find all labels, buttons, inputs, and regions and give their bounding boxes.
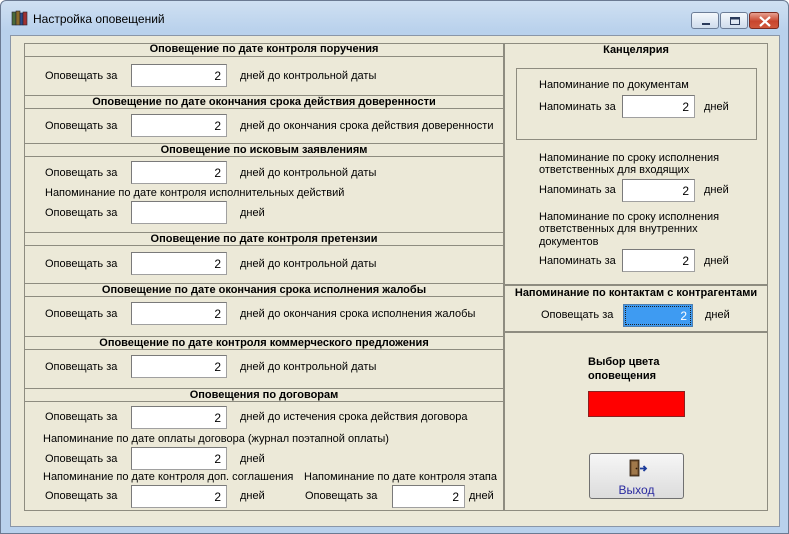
color-caption-1: Выбор цвета (588, 356, 660, 368)
enforcement-caption: Напоминание по дате контроля исполнитель… (45, 187, 345, 199)
addendum-input[interactable]: 2 (131, 485, 227, 508)
client-area: Оповещение по дате контроля поручения Оп… (10, 35, 780, 527)
close-button[interactable] (749, 12, 779, 29)
title-bar[interactable]: Настройка оповещений (1, 1, 788, 35)
contracts-input[interactable]: 2 (131, 406, 227, 429)
order-control-suffix: дней до контрольной даты (240, 70, 377, 82)
office-header: Канцелярия (603, 44, 669, 56)
claims-label: Оповещать за (45, 167, 118, 179)
enforcement-suffix: дней (240, 207, 265, 219)
order-control-input[interactable]: 2 (131, 64, 227, 87)
addendum-label: Оповещать за (45, 490, 118, 502)
color-caption-2: оповещения (588, 370, 657, 382)
commercial-offer-suffix: дней до контрольной даты (240, 361, 377, 373)
stage-caption: Напоминание по дате контроля этапа (304, 471, 498, 483)
documents-caption: Напоминание по документам (539, 79, 689, 91)
complaint-label: Оповещать за (45, 308, 118, 320)
minimize-button[interactable] (691, 12, 719, 29)
incoming-input[interactable]: 2 (622, 179, 695, 202)
section-header-complaint: Оповещение по дате окончания срока испол… (24, 283, 504, 297)
power-of-attorney-input[interactable]: 2 (131, 114, 227, 137)
contracts-suffix: дней до истечения срока действия договор… (240, 411, 468, 423)
app-icon (11, 10, 28, 26)
internal-caption-3: документов (539, 236, 599, 248)
contacts-header: Напоминание по контактам с контрагентами (514, 287, 758, 299)
claims-suffix: дней до контрольной даты (240, 167, 377, 179)
order-control-label: Оповещать за (45, 70, 118, 82)
section-header-claims: Оповещение по исковым заявлениям (24, 143, 504, 157)
commercial-offer-input[interactable]: 2 (131, 355, 227, 378)
payment-input[interactable]: 2 (131, 447, 227, 470)
documents-suffix: дней (704, 101, 729, 113)
enforcement-input[interactable] (131, 201, 227, 224)
incoming-suffix: дней (704, 184, 729, 196)
close-icon (759, 16, 771, 27)
power-of-attorney-label: Оповещать за (45, 120, 118, 132)
commercial-offer-label: Оповещать за (45, 361, 118, 373)
section-header-pretension: Оповещение по дате контроля претензии (24, 232, 504, 246)
section-header-commercial-offer: Оповещение по дате контроля коммерческог… (24, 336, 504, 350)
documents-input[interactable]: 2 (622, 95, 695, 118)
maximize-icon (730, 17, 740, 25)
power-of-attorney-suffix: дней до окончания срока действия доверен… (240, 120, 494, 132)
settings-window: Настройка оповещений Оповещение по дате … (0, 0, 789, 534)
contacts-suffix: дней (705, 309, 730, 321)
maximize-button[interactable] (720, 12, 748, 29)
payment-suffix: дней (240, 453, 265, 465)
payment-label: Оповещать за (45, 453, 118, 465)
internal-label: Напоминать за (539, 255, 616, 267)
stage-label: Оповещать за (305, 490, 378, 502)
section-header-order-control: Оповещение по дате контроля поручения (24, 43, 504, 57)
minimize-icon (702, 23, 710, 25)
payment-caption: Напоминание по дате оплаты договора (жур… (43, 433, 389, 445)
contacts-input[interactable]: 2 (623, 304, 693, 327)
contracts-label: Оповещать за (45, 411, 118, 423)
pretension-label: Оповещать за (45, 258, 118, 270)
incoming-caption-2: ответственных для входящих (539, 164, 690, 176)
exit-button[interactable]: Выход (589, 453, 684, 499)
documents-label: Напоминать за (539, 101, 616, 113)
section-header-power-of-attorney: Оповещение по дате окончания срока дейст… (24, 95, 504, 109)
contacts-label: Оповещать за (541, 309, 614, 321)
stage-input[interactable]: 2 (392, 485, 465, 508)
internal-input[interactable]: 2 (622, 249, 695, 272)
claims-input[interactable]: 2 (131, 161, 227, 184)
pretension-suffix: дней до контрольной даты (240, 258, 377, 270)
stage-suffix: дней (469, 490, 494, 502)
complaint-input[interactable]: 2 (131, 302, 227, 325)
complaint-suffix: дней до окончания срока исполнения жалоб… (240, 308, 476, 320)
window-title: Настройка оповещений (33, 12, 165, 26)
section-header-contracts: Оповещения по договорам (24, 388, 504, 402)
incoming-label: Напоминать за (539, 184, 616, 196)
enforcement-label: Оповещать за (45, 207, 118, 219)
addendum-suffix: дней (240, 490, 265, 502)
exit-label: Выход (618, 483, 655, 497)
alert-color-swatch[interactable] (588, 391, 685, 417)
exit-door-icon (629, 459, 648, 477)
internal-suffix: дней (704, 255, 729, 267)
internal-caption-2: ответственных для внутренних (539, 223, 698, 235)
pretension-input[interactable]: 2 (131, 252, 227, 275)
addendum-caption: Напоминание по дате контроля доп. соглаш… (43, 471, 294, 483)
